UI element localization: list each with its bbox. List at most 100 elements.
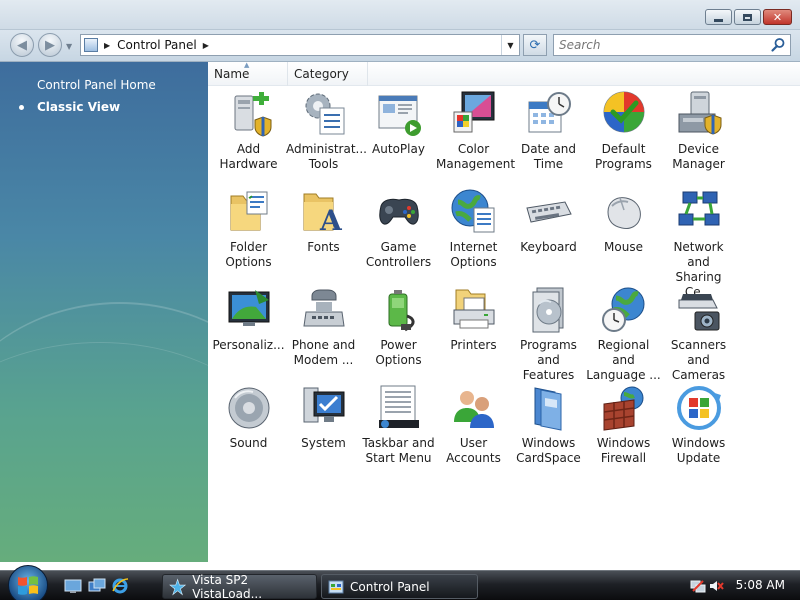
item-device-manager[interactable]: Device Manager: [661, 90, 736, 172]
color-management-icon: [450, 90, 498, 138]
refresh-button[interactable]: ⟳: [523, 34, 547, 56]
sort-ascending-icon: ▲: [244, 61, 250, 69]
item-administrative-tools[interactable]: Administrat... Tools: [286, 90, 367, 172]
item-label: Fonts: [307, 240, 340, 254]
clock[interactable]: 5:08 AM: [736, 578, 785, 592]
item-keyboard[interactable]: Keyboard: [511, 188, 586, 255]
search-box[interactable]: [553, 34, 791, 56]
show-desktop-icon: [64, 579, 82, 593]
network-sharing-icon: [675, 188, 723, 236]
item-regional-and-language-options[interactable]: Regional and Language ...: [586, 286, 661, 383]
recent-pages-dropdown[interactable]: ▼: [66, 42, 72, 51]
item-printers[interactable]: Printers: [436, 286, 511, 353]
item-label: Device Manager: [672, 142, 725, 171]
item-personalization[interactable]: Personaliz...: [211, 286, 286, 353]
close-button[interactable]: ✕: [763, 9, 792, 25]
quicklaunch-switch-windows[interactable]: [88, 577, 106, 595]
item-label: Default Programs: [595, 142, 652, 171]
svg-text:A: A: [319, 204, 343, 236]
item-label: Printers: [450, 338, 497, 352]
item-label: Mouse: [604, 240, 643, 254]
item-label: Programs and Features: [520, 338, 577, 382]
taskbar: Vista SP2 VistaLoad... Control Panel 5:0…: [0, 565, 800, 600]
address-bar[interactable]: ▶ Control Panel ▶ ▼: [80, 34, 520, 56]
taskbar-button-label: Vista SP2 VistaLoad...: [192, 572, 263, 600]
item-folder-options[interactable]: Folder Options: [211, 188, 286, 270]
scanners-cameras-icon: [675, 286, 723, 334]
classic-view-link[interactable]: Classic View: [37, 100, 120, 114]
address-dropdown-button[interactable]: ▼: [501, 35, 519, 55]
taskbar-button-control-panel[interactable]: Control Panel: [321, 574, 478, 599]
forward-arrow-icon: ▶: [45, 37, 55, 53]
quicklaunch-internet-explorer[interactable]: [111, 577, 129, 595]
item-label: Date and Time: [520, 142, 577, 171]
item-power-options[interactable]: Power Options: [361, 286, 436, 368]
column-header: ▲ Name Category: [208, 61, 800, 86]
item-phone-and-modem-options[interactable]: Phone and Modem ...: [286, 286, 361, 368]
item-system[interactable]: System: [286, 384, 361, 451]
item-date-and-time[interactable]: Date and Time: [511, 90, 586, 172]
item-fonts[interactable]: A Fonts: [286, 188, 361, 255]
forward-button[interactable]: ▶: [38, 33, 62, 57]
refresh-icon: ⟳: [529, 37, 541, 53]
items-view: Add Hardware Administrat... Tools AutoPl…: [208, 86, 800, 562]
column-category[interactable]: Category: [288, 62, 368, 86]
item-taskbar-and-start-menu[interactable]: Taskbar and Start Menu: [361, 384, 436, 466]
item-label: Windows Firewall: [596, 436, 651, 465]
mouse-icon: [600, 188, 648, 236]
quicklaunch-show-desktop[interactable]: [64, 577, 82, 595]
item-label: Internet Options: [449, 240, 498, 269]
taskbar-button-vistaload[interactable]: Vista SP2 VistaLoad...: [162, 572, 317, 600]
item-windows-update[interactable]: Windows Update: [661, 384, 736, 466]
item-internet-options[interactable]: Internet Options: [436, 188, 511, 270]
item-network-and-sharing-center[interactable]: Network and Sharing Ce...: [661, 188, 736, 300]
taskbar-start-menu-icon: [375, 384, 423, 432]
item-windows-cardspace[interactable]: Windows CardSpace: [511, 384, 586, 466]
network-status-icon[interactable]: [690, 578, 706, 594]
item-autoplay[interactable]: AutoPlay: [361, 90, 436, 157]
window-controls: ✕: [705, 9, 792, 25]
phone-modem-icon: [300, 286, 348, 334]
search-icon: [771, 38, 785, 52]
maximize-icon: [743, 13, 752, 21]
item-sound[interactable]: Sound: [211, 384, 286, 451]
item-mouse[interactable]: Mouse: [586, 188, 661, 255]
item-default-programs[interactable]: Default Programs: [586, 90, 661, 172]
volume-muted-icon[interactable]: [708, 578, 724, 594]
item-color-management[interactable]: Color Management: [436, 90, 515, 172]
system-icon: [300, 384, 348, 432]
control-panel-icon: [328, 580, 344, 593]
folder-options-icon: [225, 188, 273, 236]
item-label: Administrat... Tools: [286, 142, 367, 171]
selected-bullet-icon: [19, 105, 24, 110]
programs-features-icon: [525, 286, 573, 334]
breadcrumb-control-panel[interactable]: Control Panel: [117, 38, 197, 52]
game-controllers-icon: [375, 188, 423, 236]
item-label: Personaliz...: [212, 338, 285, 352]
column-name[interactable]: ▲ Name: [208, 61, 288, 86]
switch-windows-icon: [88, 578, 106, 592]
control-panel-home-link[interactable]: Control Panel Home: [37, 78, 156, 92]
minimize-button[interactable]: [705, 9, 732, 25]
item-scanners-and-cameras[interactable]: Scanners and Cameras: [661, 286, 736, 383]
title-bar: ✕: [0, 0, 800, 30]
item-user-accounts[interactable]: User Accounts: [436, 384, 511, 466]
close-icon: ✕: [772, 10, 783, 24]
item-label: Add Hardware: [219, 142, 278, 171]
back-button[interactable]: ◀: [10, 33, 34, 57]
item-label: Game Controllers: [365, 240, 432, 269]
sound-icon: [225, 384, 273, 432]
item-label: Scanners and Cameras: [670, 338, 727, 382]
breadcrumb-separator-icon[interactable]: ▶: [104, 41, 110, 50]
search-button[interactable]: [770, 37, 786, 53]
item-windows-firewall[interactable]: Windows Firewall: [586, 384, 661, 466]
start-button[interactable]: [8, 565, 48, 600]
chevron-down-icon: ▼: [507, 40, 514, 50]
item-programs-and-features[interactable]: Programs and Features: [511, 286, 586, 383]
item-label: Taskbar and Start Menu: [362, 436, 435, 465]
item-game-controllers[interactable]: Game Controllers: [361, 188, 436, 270]
item-add-hardware[interactable]: Add Hardware: [211, 90, 286, 172]
breadcrumb-separator-icon[interactable]: ▶: [203, 41, 209, 50]
maximize-button[interactable]: [734, 9, 761, 25]
search-input[interactable]: [554, 35, 764, 55]
